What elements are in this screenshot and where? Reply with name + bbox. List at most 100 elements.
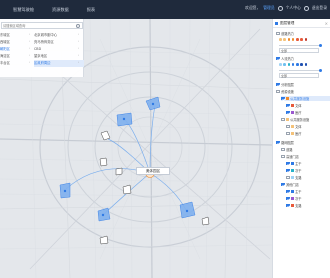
checkbox[interactable] [286,175,290,180]
search-icon[interactable] [76,24,80,28]
search-box [1,22,83,29]
color-swatch [291,204,295,207]
layer-toggle[interactable]: 主干 [286,189,301,194]
layer-label: 主干 [295,162,302,166]
chevron-right-icon: › [78,32,80,36]
logout-link[interactable]: 退出登录 [312,5,327,11]
legend-dot [300,38,303,41]
checkbox[interactable] [276,82,280,87]
color-swatch [291,111,295,114]
checkbox[interactable] [281,154,285,159]
checkbox[interactable] [286,131,290,136]
username-link[interactable]: 管理员 [263,5,274,11]
legend-dot [287,38,291,41]
layer-label: 高速门店 [286,155,299,159]
region-search-input[interactable] [2,23,76,29]
district-item[interactable]: 西城区 [0,39,30,46]
checkbox[interactable] [276,140,280,145]
color-swatch [291,197,295,200]
people-select[interactable]: 全部 [279,73,319,78]
color-swatch [291,132,295,135]
checkbox[interactable] [286,110,290,115]
checkbox[interactable] [286,196,290,201]
checkbox[interactable] [276,56,280,61]
subarea-item[interactable]: 望京地区 [34,53,84,60]
layer-toggle[interactable]: 道路热力 [276,31,294,36]
chevron-right-icon: › [78,53,80,57]
layer-toggle[interactable]: 道路 [281,147,292,152]
layer-toggle[interactable]: 人流热力 [276,56,294,61]
district-item[interactable]: 东城区 [0,32,30,39]
close-icon[interactable]: × [325,21,328,26]
people-slider[interactable] [279,69,322,72]
layer-toggle[interactable]: 次干 [286,196,301,201]
layer-label: 次干 [295,169,302,173]
chevron-right-icon: › [78,46,80,50]
subarea-item[interactable]: 区政府周边 [34,60,84,67]
chevron-right-icon: › [29,46,31,50]
layer-toggle[interactable]: 文体 [286,103,301,108]
region-search-panel: 东城区 西城区 朝阳区 海淀区 丰台区 北京城市副中心 亮马桥商务区 CBD 望… [0,19,84,77]
heat-slider[interactable] [279,44,322,47]
layer-toggle[interactable]: 资源设施 [276,89,294,94]
layer-toggle[interactable]: 路网图层 [276,140,294,145]
layer-toggle[interactable]: 文体 [286,124,301,129]
layer-toggle[interactable]: 医疗 [286,131,301,136]
layer-toggle[interactable]: 主干 [286,161,301,166]
layer-toggle[interactable]: 分析图层 [276,82,294,87]
legend-dot [287,63,291,66]
layer-label: 人流热力 [281,57,294,61]
district-item[interactable]: 海淀区 [0,53,30,60]
checkbox[interactable] [286,161,290,166]
checkbox[interactable] [286,189,290,194]
legend-dot [291,63,295,66]
color-swatch [291,104,295,107]
top-nav: 智慧驾驶舱 资源数据 报表 [4,7,104,13]
layer-toggle[interactable]: 支路 [286,203,301,208]
layer-toggle[interactable]: 公共服务设施 [281,117,309,122]
chevron-right-icon: › [29,39,31,43]
layer-label: 医疗 [295,111,302,115]
layer-toggle[interactable]: 其他门店 [281,182,299,187]
layer-label: 支路 [295,204,302,208]
checkbox[interactable] [286,203,290,208]
checkbox[interactable] [286,168,290,173]
heat-select[interactable]: 全部 [279,48,319,53]
checkbox[interactable] [281,182,285,187]
nav-item-resources[interactable]: 资源数据 [43,7,78,13]
legend-dot [300,63,303,66]
personal-center-link[interactable]: 个人中心 [286,5,301,11]
checkbox[interactable] [281,96,285,101]
subarea-list: 北京城市副中心 亮马桥商务区 CBD 望京地区 区政府周边 [34,32,84,67]
legend-dot [291,38,295,41]
checkbox[interactable] [281,117,285,122]
checkbox[interactable] [276,31,280,36]
color-swatch [286,118,290,121]
checkbox[interactable] [281,147,285,152]
layer-label: 公共服务设施 [290,97,310,101]
layer-toggle[interactable]: 支路 [286,175,301,180]
layer-panel: 图层管理 × 道路热力 全部 人流热力 全部 分析图层 资源设施 公共服务设施 … [272,19,330,278]
subarea-item[interactable]: 亮马桥商务区 [34,39,84,46]
layer-label: 次干 [295,197,302,201]
layer-label: 医疗 [295,132,302,136]
nav-item-reports[interactable]: 报表 [78,7,104,13]
color-swatch [291,162,295,165]
subarea-item[interactable]: 北京城市副中心 [34,32,84,39]
checkbox[interactable] [286,103,290,108]
layer-toggle-selected[interactable]: 公共服务设施 [281,96,330,101]
legend-dot [279,38,282,41]
nav-item-cockpit[interactable]: 智慧驾驶舱 [4,7,43,13]
subarea-item[interactable]: CBD [34,46,84,53]
layer-label: 文体 [295,125,302,129]
map-popup[interactable]: 奥体园区 [136,167,170,175]
district-item[interactable]: 朝阳区 [0,46,30,53]
district-item[interactable]: 丰台区 [0,60,30,67]
layer-toggle[interactable]: 高速门店 [281,154,299,159]
layer-toggle[interactable]: 医疗 [286,110,301,115]
checkbox[interactable] [276,89,280,94]
chevron-right-icon: › [29,32,31,36]
user-icon [277,5,283,11]
layer-toggle[interactable]: 次干 [286,168,301,173]
checkbox[interactable] [286,124,290,129]
